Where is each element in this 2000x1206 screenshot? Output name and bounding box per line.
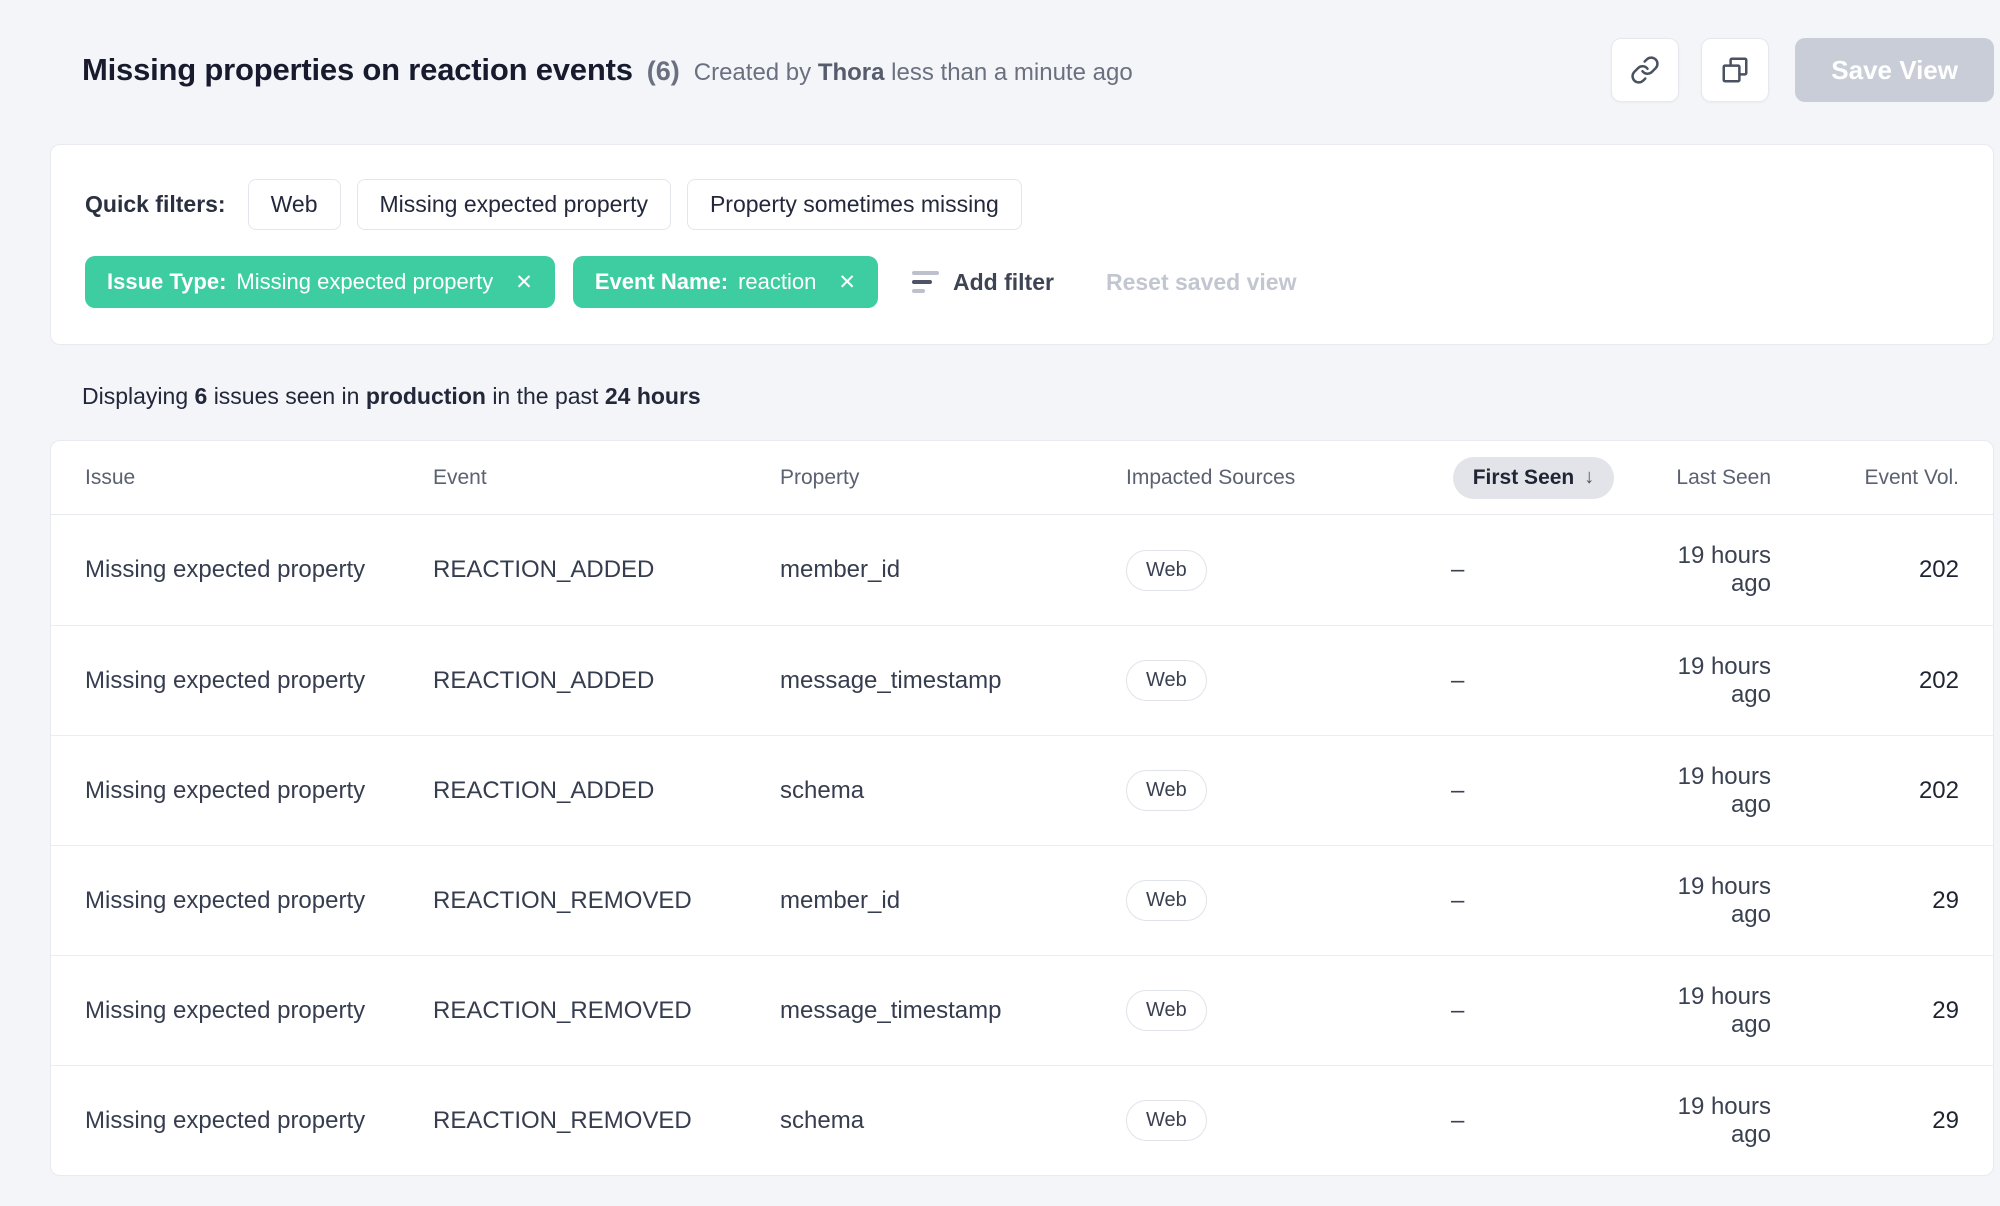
created-by-user: Thora: [817, 59, 885, 86]
cell-impacted-sources: Web: [1126, 660, 1406, 701]
header-actions: Save View: [1611, 38, 1994, 102]
cell-event: REACTION_REMOVED: [433, 996, 692, 1024]
cell-last-seen: 19 hours ago: [1677, 1092, 1771, 1148]
cell-issue: Missing expected property: [85, 556, 366, 583]
page-header: Missing properties on reaction events (6…: [0, 0, 2000, 110]
cell-first-seen: –: [1451, 556, 1465, 583]
cell-event: REACTION_ADDED: [433, 666, 655, 694]
cell-issue: Missing expected property: [85, 776, 366, 804]
cell-property: member_id: [780, 886, 901, 914]
cell-property: message_timestamp: [780, 996, 1002, 1024]
duplicate-view-button[interactable]: [1701, 38, 1770, 102]
col-header-impacted-sources[interactable]: Impacted Sources: [1126, 466, 1406, 490]
add-filter-button[interactable]: Add filter: [912, 269, 1054, 296]
created-by-text: Created by Thora less than a minute ago: [693, 59, 1133, 86]
cell-last-seen: 19 hours ago: [1677, 542, 1771, 597]
table-row[interactable]: Missing expected property REACTION_ADDED…: [51, 515, 1993, 625]
table-header-row: Issue Event Property Impacted Sources Fi…: [51, 441, 1993, 515]
table-row[interactable]: Missing expected property REACTION_ADDED…: [51, 735, 1993, 845]
summary-environment: production: [365, 383, 486, 409]
source-badge: Web: [1126, 880, 1207, 921]
cell-issue: Missing expected property: [85, 1106, 366, 1134]
quick-filter-button[interactable]: Web: [247, 179, 341, 230]
table-row[interactable]: Missing expected property REACTION_ADDED…: [51, 625, 1993, 735]
table-row[interactable]: Missing expected property REACTION_REMOV…: [51, 955, 1993, 1065]
table-row[interactable]: Missing expected property REACTION_REMOV…: [51, 845, 1993, 955]
table-row[interactable]: Missing expected property REACTION_REMOV…: [51, 1065, 1993, 1175]
cell-event-vol: 29: [1932, 1106, 1959, 1134]
cell-last-seen: 19 hours ago: [1677, 982, 1771, 1038]
copy-icon: [1722, 57, 1748, 83]
copy-link-button[interactable]: [1611, 38, 1680, 102]
cell-impacted-sources: Web: [1126, 1100, 1406, 1141]
save-view-button[interactable]: Save View: [1795, 38, 1994, 102]
source-badge: Web: [1126, 990, 1207, 1031]
summary-count: 6: [194, 383, 208, 409]
cell-event-vol: 29: [1932, 886, 1959, 914]
source-badge: Web: [1126, 770, 1207, 811]
cell-last-seen: 19 hours ago: [1677, 652, 1771, 708]
active-filter-chip[interactable]: Event Name: reaction ✕: [572, 256, 878, 308]
summary-range: 24 hours: [604, 383, 701, 409]
cell-first-seen: –: [1451, 886, 1465, 914]
col-header-last-seen[interactable]: Last Seen: [1661, 466, 1801, 490]
cell-event: REACTION_REMOVED: [433, 1106, 692, 1134]
active-filter-list: Issue Type: Missing expected property ✕ …: [85, 256, 878, 308]
col-header-first-seen: First Seen ↓: [1406, 456, 1661, 499]
cell-first-seen: –: [1451, 776, 1465, 804]
cell-event: REACTION_ADDED: [433, 556, 655, 583]
filter-icon: [912, 271, 939, 293]
cell-last-seen: 19 hours ago: [1677, 762, 1771, 818]
table-body: Missing expected property REACTION_ADDED…: [51, 515, 1993, 1175]
quick-filters-row: Quick filters: Web Missing expected prop…: [85, 179, 1959, 230]
cell-first-seen: –: [1451, 666, 1465, 694]
source-badge: Web: [1126, 1100, 1207, 1141]
quick-filters-label: Quick filters:: [85, 191, 226, 217]
cell-first-seen: –: [1451, 1106, 1465, 1134]
cell-impacted-sources: Web: [1126, 770, 1406, 811]
cell-property: message_timestamp: [780, 666, 1002, 694]
cell-issue: Missing expected property: [85, 996, 366, 1024]
col-header-event-vol[interactable]: Event Vol.: [1801, 466, 1959, 490]
cell-issue: Missing expected property: [85, 666, 366, 694]
cell-event: REACTION_REMOVED: [433, 886, 692, 914]
cell-impacted-sources: Web: [1126, 990, 1406, 1031]
quick-filter-button[interactable]: Missing expected property: [356, 179, 671, 230]
page-title: Missing properties on reaction events: [82, 52, 633, 87]
results-summary: Displaying 6 issues seen in production i…: [82, 383, 701, 409]
cell-first-seen: –: [1451, 996, 1465, 1024]
source-badge: Web: [1126, 660, 1207, 701]
cell-impacted-sources: Web: [1126, 880, 1406, 921]
issue-count: (6): [646, 56, 680, 86]
link-icon: [1631, 56, 1659, 84]
active-filter-chip[interactable]: Issue Type: Missing expected property ✕: [85, 256, 555, 308]
reset-saved-view-button[interactable]: Reset saved view: [1106, 269, 1297, 296]
cell-event-vol: 202: [1918, 556, 1959, 583]
quick-filter-list: Web Missing expected property Property s…: [247, 179, 1022, 230]
cell-property: member_id: [780, 556, 901, 583]
filters-panel: Quick filters: Web Missing expected prop…: [50, 144, 1994, 345]
cell-event: REACTION_ADDED: [433, 776, 655, 804]
remove-filter-icon[interactable]: ✕: [515, 272, 533, 293]
cell-property: schema: [780, 1106, 865, 1134]
issues-table: Issue Event Property Impacted Sources Fi…: [50, 440, 1994, 1176]
quick-filter-button[interactable]: Property sometimes missing: [686, 179, 1022, 230]
cell-issue: Missing expected property: [85, 886, 366, 914]
cell-event-vol: 202: [1918, 666, 1959, 694]
cell-property: schema: [780, 776, 865, 804]
col-header-property[interactable]: Property: [780, 466, 1126, 490]
source-badge: Web: [1126, 549, 1207, 591]
first-seen-sort-button[interactable]: First Seen ↓: [1452, 456, 1615, 499]
sort-descending-icon: ↓: [1584, 466, 1595, 488]
col-header-issue[interactable]: Issue: [85, 466, 433, 490]
cell-event-vol: 29: [1932, 996, 1959, 1024]
col-header-event[interactable]: Event: [433, 466, 780, 490]
cell-event-vol: 202: [1918, 776, 1959, 804]
cell-last-seen: 19 hours ago: [1677, 872, 1771, 928]
title-wrap: Missing properties on reaction events (6…: [82, 52, 1611, 88]
active-filters-row: Issue Type: Missing expected property ✕ …: [85, 256, 1959, 308]
remove-filter-icon[interactable]: ✕: [838, 272, 856, 293]
cell-impacted-sources: Web: [1126, 549, 1406, 591]
